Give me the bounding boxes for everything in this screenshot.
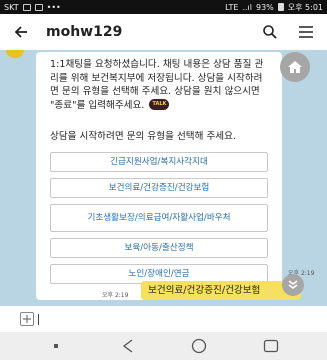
chat-area[interactable]: 1:1채팅을 요청하셨습니다. 채팅 내용은 상담 품질 관리를 위해 보건복지…: [0, 50, 327, 306]
option-basic-livelihood[interactable]: 기초생활보장/의료급여/자활사업/바우처: [50, 204, 268, 232]
gallery-notification-icon: [22, 3, 31, 11]
option-prompt-text: 상담을 시작하려면 문의 유형을 선택해 주세요.: [50, 131, 236, 142]
option-health-medical[interactable]: 보건의료/건강증진/건강보험: [50, 178, 268, 198]
scroll-down-button[interactable]: [282, 274, 304, 296]
status-left: SKT •••: [4, 3, 61, 12]
input-bar: [0, 306, 327, 332]
clock-label: 오후 5:01: [287, 2, 323, 12]
menu-icon[interactable]: [295, 21, 317, 43]
option-message-bubble: 상담을 시작하려면 문의 유형을 선택해 주세요. 긴급지원사업/복지사각지대 …: [36, 124, 282, 300]
status-right: LTE ..ıl 93% 오후 5:01: [225, 2, 323, 13]
option-list: 긴급지원사업/복지사각지대 보건의료/건강증진/건강보험 기초생활보장/의료급여…: [50, 152, 268, 284]
talk-icon: TALK: [149, 99, 170, 110]
status-bar: SKT ••• LTE ..ıl 93% 오후 5:01: [0, 0, 327, 14]
nav-back-icon[interactable]: [118, 336, 138, 356]
carrier-label: SKT: [4, 2, 19, 12]
search-icon[interactable]: [259, 21, 281, 43]
battery-label: 93%: [255, 2, 274, 12]
battery-icon: [277, 3, 284, 11]
system-nav-bar: [0, 332, 327, 360]
network-label: LTE: [225, 2, 239, 12]
plus-icon[interactable]: [20, 312, 34, 326]
image-notification-icon: [34, 3, 43, 11]
back-arrow-icon[interactable]: [10, 21, 32, 43]
signal-icon: ..ıl: [242, 2, 252, 12]
message-input[interactable]: [45, 310, 305, 328]
home-button[interactable]: [280, 52, 310, 82]
user-message-bubble: 보건의료/건강증진/건강보험: [141, 281, 301, 300]
chat-notification-icon: •••: [46, 2, 61, 12]
text-cursor: [38, 313, 39, 325]
recent-apps-icon[interactable]: [46, 336, 66, 356]
option-childcare[interactable]: 보육/아동/출산정책: [50, 238, 268, 258]
nav-home-icon[interactable]: [189, 336, 209, 356]
chat-title: mohw129: [46, 24, 123, 40]
app-header: mohw129: [0, 14, 327, 50]
bot-avatar: [6, 50, 24, 58]
option-emergency-welfare[interactable]: 긴급지원사업/복지사각지대: [50, 152, 268, 172]
nav-recents-icon[interactable]: [261, 336, 281, 356]
user-message-time: 오후 2:19: [102, 292, 129, 299]
